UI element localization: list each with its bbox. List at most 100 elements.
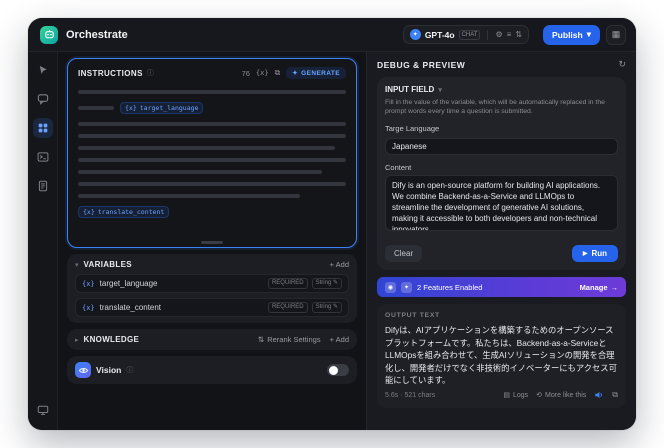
- restart-icon[interactable]: ↻: [618, 59, 626, 70]
- variable-icon: {x}: [83, 208, 95, 216]
- variable-icon: {x}: [82, 279, 95, 288]
- generate-button[interactable]: ✦ GENERATE: [286, 67, 346, 79]
- text-skeleton: [78, 122, 346, 126]
- model-selector[interactable]: ✦ GPT-4o CHAT ⚙ ≡ ⇅: [402, 25, 530, 44]
- workspace-monitor-icon[interactable]: [33, 400, 53, 420]
- publish-button[interactable]: Publish ▾: [543, 24, 600, 45]
- vision-row: Vision ⓘ: [75, 362, 349, 378]
- model-params-icon[interactable]: ⚙: [495, 30, 502, 39]
- output-text: Difyは、AIアプリケーションを構築するためのオープンソースプラットフォームで…: [385, 325, 617, 385]
- model-provider-icon: ✦: [409, 29, 421, 40]
- debug-header: DEBUG & PREVIEW ↻: [377, 59, 626, 70]
- variables-title: VARIABLES: [83, 260, 132, 269]
- rerank-settings-button[interactable]: ⇅ Rerank Settings: [258, 335, 321, 344]
- robot-icon: [44, 29, 54, 39]
- variable-icon: {x}: [125, 104, 137, 112]
- app-logo-icon[interactable]: [40, 25, 58, 44]
- output-stats: 5.6s · 521 chars: [385, 391, 436, 399]
- run-button[interactable]: ▶ Run: [571, 245, 618, 262]
- debug-preview-pane: DEBUG & PREVIEW ↻ INPUT FIELD ▾ Fill in …: [366, 52, 636, 430]
- chevron-right-icon: ▸: [75, 336, 79, 344]
- debug-title: DEBUG & PREVIEW: [377, 59, 466, 70]
- orchestrate-pane: INSTRUCTIONS ⓘ 76 {x} ⧉ ✦ GENERATE {x} t…: [58, 52, 366, 430]
- token-count: 76: [241, 68, 250, 78]
- knowledge-header[interactable]: ▸ KNOWLEDGE ⇅ Rerank Settings + Add: [75, 335, 349, 344]
- variable-row-translate-content[interactable]: {x} translate_content REQUIRED String ✎: [75, 298, 349, 317]
- input-field-title: INPUT FIELD: [385, 85, 435, 94]
- text-skeleton: [78, 170, 322, 174]
- info-icon: ⓘ: [146, 70, 154, 77]
- top-bar: Orchestrate ✦ GPT-4o CHAT ⚙ ≡ ⇅ Publish …: [28, 18, 636, 52]
- chevron-down-icon: ▾: [75, 261, 79, 269]
- features-bar[interactable]: ◉ ✦ 2 Features Enabled Manage →: [377, 277, 626, 297]
- variables-header[interactable]: ▾ VARIABLES + Add: [75, 260, 349, 269]
- text-skeleton: [78, 194, 301, 198]
- variable-chip-translate-content[interactable]: {x} translate_content: [78, 206, 170, 218]
- text-skeleton: [78, 106, 114, 110]
- terminal-icon[interactable]: [33, 147, 53, 167]
- generate-label: GENERATE: [301, 69, 340, 77]
- output-actions: ▤ Logs ⟲ More like this ⧉: [503, 390, 618, 400]
- insert-variable-icon[interactable]: {x}: [256, 69, 269, 77]
- prompt-text-skeleton: {x} target_language {x} translate_conten…: [78, 90, 346, 218]
- add-knowledge-button[interactable]: + Add: [330, 335, 349, 344]
- manage-features-button[interactable]: Manage →: [580, 283, 618, 292]
- logs-doc-icon[interactable]: [33, 176, 53, 196]
- target-language-label: Targe Language: [385, 124, 440, 133]
- chevron-down-icon: ▾: [438, 86, 442, 94]
- output-meta-row: 5.6s · 521 chars ▤ Logs ⟲ More like this: [385, 390, 618, 400]
- copy-icon: ⧉: [612, 390, 618, 399]
- feature-sparkle-icon: ✦: [401, 281, 412, 293]
- arrow-right-icon: →: [610, 282, 619, 292]
- variable-name: target_language: [99, 279, 158, 288]
- vision-section: Vision ⓘ: [67, 356, 357, 384]
- copy-output-button[interactable]: ⧉: [612, 390, 618, 400]
- text-skeleton-row: {x} translate_content: [78, 206, 346, 218]
- required-badge: REQUIRED: [267, 302, 308, 313]
- variable-row-target-language[interactable]: {x} target_language REQUIRED String ✎: [75, 274, 349, 293]
- variable-icon: {x}: [82, 303, 95, 312]
- copy-icon[interactable]: ⧉: [275, 68, 281, 78]
- back-pointer-icon[interactable]: [33, 60, 53, 80]
- type-badge[interactable]: String ✎: [311, 302, 342, 313]
- variable-chip-label: target_language: [139, 104, 199, 112]
- variables-section: ▾ VARIABLES + Add {x} target_language RE…: [67, 254, 357, 323]
- app-window: Orchestrate ✦ GPT-4o CHAT ⚙ ≡ ⇅ Publish …: [28, 18, 636, 430]
- content-textarea[interactable]: Dify is an open-source platform for buil…: [385, 175, 618, 231]
- edit-icon: ✎: [332, 280, 338, 286]
- rerank-icon: ⇅: [257, 335, 265, 344]
- output-title: OUTPUT TEXT: [385, 312, 440, 319]
- resize-handle[interactable]: [201, 241, 223, 244]
- orchestrate-icon[interactable]: [32, 118, 53, 138]
- required-badge: REQUIRED: [267, 278, 308, 289]
- vision-eye-icon: [75, 362, 91, 378]
- extensions-button[interactable]: ▦: [606, 24, 626, 45]
- regenerate-icon: ⟲: [536, 392, 543, 399]
- text-skeleton: [78, 146, 336, 150]
- variable-chip-target-language[interactable]: {x} target_language: [120, 102, 204, 114]
- text-skeleton-row: {x} target_language: [78, 102, 346, 114]
- pill-divider: [487, 29, 489, 40]
- vision-label: Vision: [96, 365, 122, 375]
- vision-toggle[interactable]: [327, 364, 349, 376]
- text-to-speech-button[interactable]: [594, 390, 604, 400]
- publish-label: Publish: [552, 29, 583, 40]
- sparkle-icon: ✦: [292, 70, 299, 77]
- reorder-icon[interactable]: ⇅: [515, 30, 522, 39]
- add-variable-button[interactable]: + Add: [330, 260, 349, 269]
- target-language-input[interactable]: [385, 138, 618, 155]
- play-icon: ▶: [582, 251, 588, 257]
- logs-icon: ▤: [503, 392, 510, 399]
- type-badge[interactable]: String ✎: [311, 278, 342, 289]
- features-enabled-label: 2 Features Enabled: [417, 282, 483, 292]
- more-like-this-button[interactable]: ⟲ More like this: [536, 391, 586, 400]
- input-field-card: INPUT FIELD ▾ Fill in the value of the v…: [377, 77, 626, 270]
- logs-button[interactable]: ▤ Logs: [503, 391, 528, 400]
- instructions-editor[interactable]: INSTRUCTIONS ⓘ 76 {x} ⧉ ✦ GENERATE {x} t…: [67, 58, 357, 248]
- context-menu-icon[interactable]: ≡: [507, 30, 512, 39]
- knowledge-title: KNOWLEDGE: [83, 335, 140, 344]
- feature-vision-icon: ◉: [385, 281, 396, 293]
- chat-icon[interactable]: [33, 89, 53, 109]
- input-field-header[interactable]: INPUT FIELD ▾: [385, 85, 618, 94]
- clear-button[interactable]: Clear: [385, 245, 423, 262]
